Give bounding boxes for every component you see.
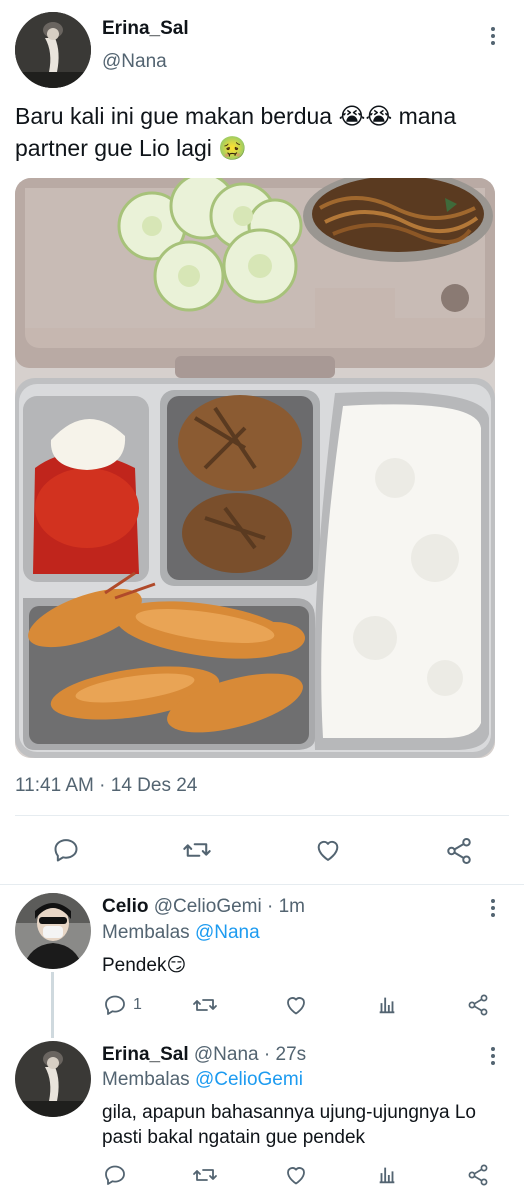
more-options-icon[interactable] [481,896,505,920]
reply-icon [54,839,78,862]
retweet-button[interactable] [192,1163,218,1187]
avatar[interactable] [15,893,91,969]
analytics-button[interactable] [376,994,398,1016]
replying-to-link[interactable]: @CelioGemi [195,1069,303,1090]
reply-header: Celio @CelioGemi · 1m [102,896,305,918]
lunchbox-image [15,178,495,758]
divider [15,815,509,816]
reply-text: Pendek😏 [102,955,187,976]
avatar[interactable] [15,1041,91,1117]
reply-time[interactable]: · 1m [267,896,305,917]
reply-text: gila, apapun bahasannya ujung-ujungnya L… [102,1102,476,1148]
retweet-icon [193,999,217,1011]
author-handle[interactable]: @Nana [102,51,167,73]
tweet-timestamp[interactable]: 11:41 AM · 14 Des 24 [15,775,197,797]
share-button[interactable] [466,1163,490,1187]
share-button[interactable] [444,836,474,866]
like-icon [287,1167,305,1185]
replying-label: Membalas [102,922,190,943]
author-handle[interactable]: @CelioGemi [154,896,262,917]
reply-icon [105,995,125,1015]
retweet-icon [183,843,211,857]
author-name[interactable]: Erina_Sal [102,18,189,40]
replying-label: Membalas [102,1069,190,1090]
like-button[interactable] [314,836,342,864]
reply-button[interactable] [103,1163,127,1187]
share-icon [468,994,488,1016]
analytics-icon [379,997,395,1014]
share-button[interactable] [466,993,490,1017]
replying-to: Membalas @Nana [102,922,260,944]
share-icon [447,838,471,864]
share-icon [468,1164,488,1186]
reply-count: 1 [133,996,142,1013]
avatar[interactable] [15,12,91,88]
retweet-button[interactable] [182,836,212,864]
more-options-icon[interactable] [481,1044,505,1068]
author-name[interactable]: Erina_Sal [102,1044,189,1065]
like-button[interactable] [284,1163,308,1187]
replying-to-link[interactable]: @Nana [195,922,260,943]
like-icon [317,840,339,861]
section-separator [0,884,524,885]
thread-line [51,972,54,1038]
reply-time[interactable]: · 27s [264,1044,306,1065]
author-handle[interactable]: @Nana [194,1044,259,1065]
like-icon [287,997,305,1015]
analytics-button[interactable] [376,1164,398,1186]
retweet-icon [193,1169,217,1181]
analytics-icon [379,1167,395,1184]
retweet-button[interactable] [192,993,218,1017]
like-button[interactable] [284,993,308,1017]
more-options-icon[interactable] [481,24,505,48]
reply-icon [105,1165,125,1185]
replying-to: Membalas @CelioGemi [102,1069,303,1091]
author-name[interactable]: Celio [102,896,148,917]
reply-header: Erina_Sal @Nana · 27s [102,1044,306,1066]
reply-button[interactable]: 1 [103,993,142,1017]
tweet-photo[interactable] [15,178,495,758]
tweet-text: Baru kali ini gue makan berdua 😭😭 mana p… [15,103,457,161]
reply-button[interactable] [52,836,80,864]
